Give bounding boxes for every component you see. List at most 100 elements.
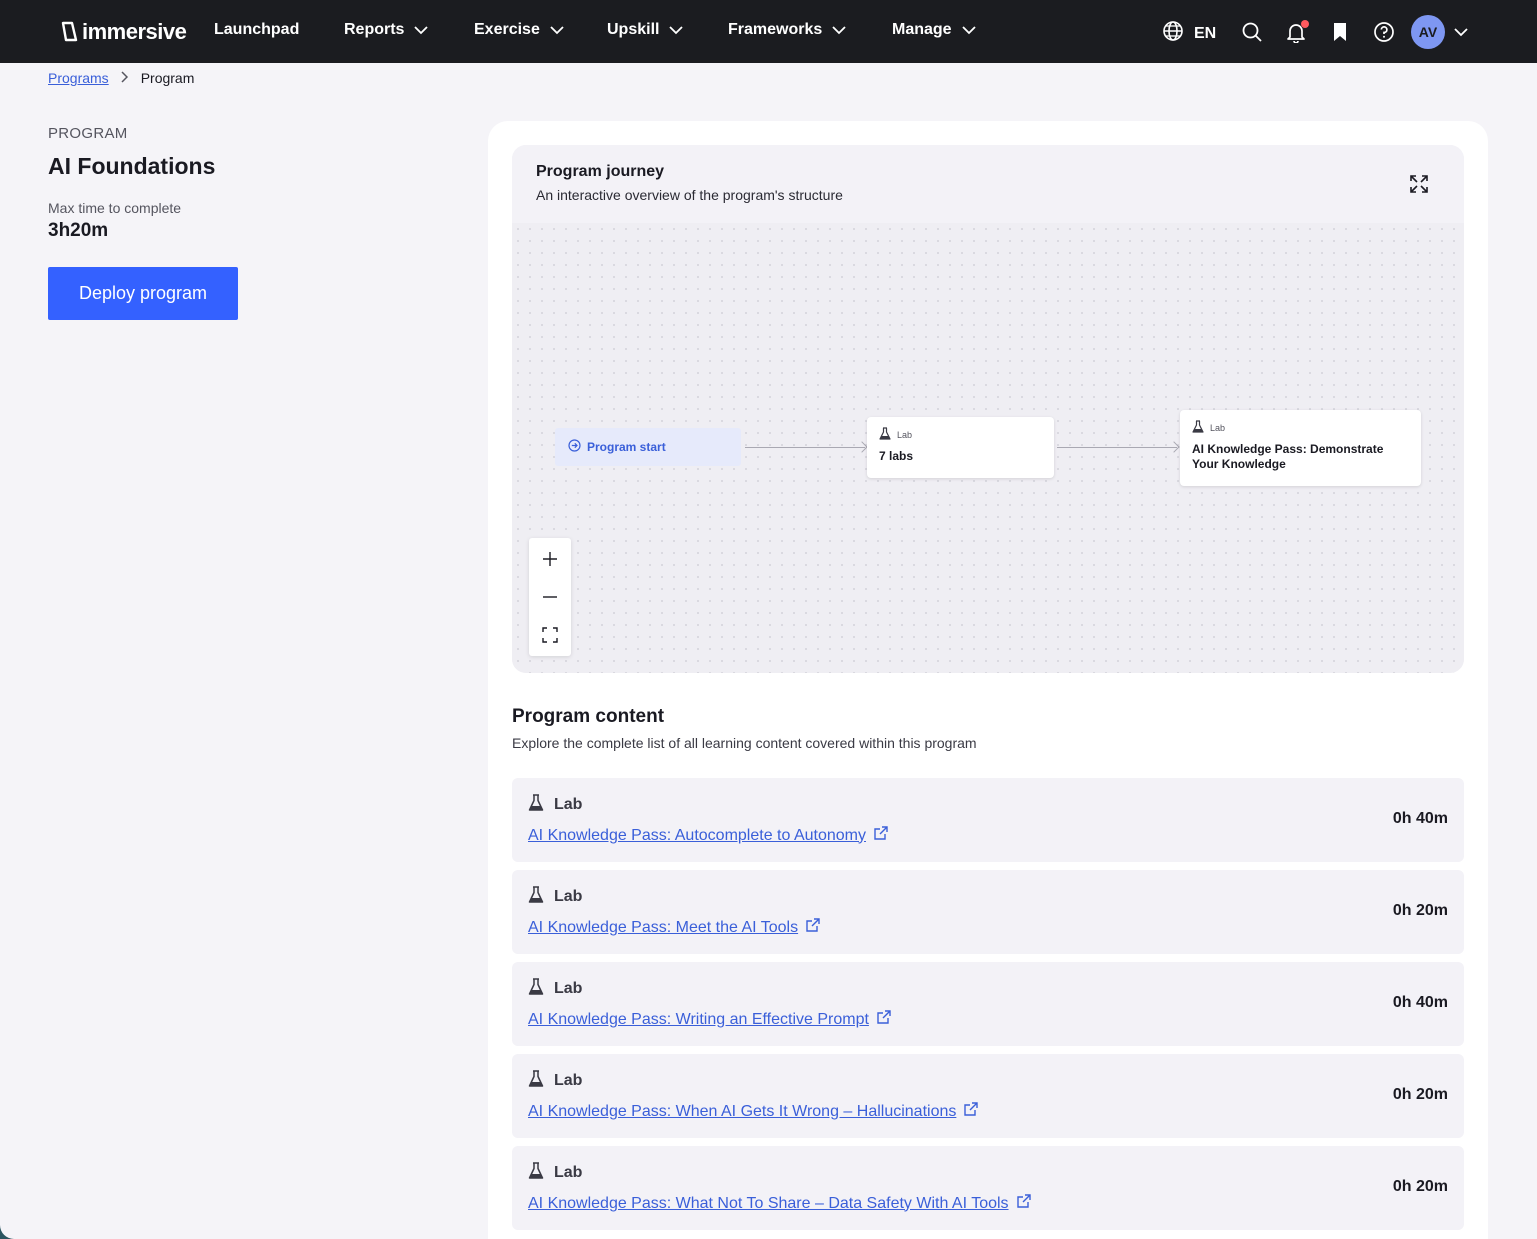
chevron-down-icon xyxy=(961,25,976,35)
journey-edge xyxy=(1057,447,1177,448)
nav-frameworks[interactable]: Frameworks xyxy=(728,21,846,39)
notification-badge xyxy=(1301,20,1309,28)
row-type-label: Lab xyxy=(554,1072,583,1089)
chevron-down-icon[interactable] xyxy=(1445,16,1477,48)
content-row: Lab AI Knowledge Pass: Autocomplete to A… xyxy=(512,778,1464,862)
max-time-label: Max time to complete xyxy=(48,200,182,216)
node-type-row: Lab xyxy=(1192,420,1409,435)
node-program-start[interactable]: Program start xyxy=(555,428,741,466)
node-type-label: Lab xyxy=(1210,422,1226,433)
nav-label: Upskill xyxy=(607,21,660,38)
flask-icon xyxy=(528,794,544,816)
node-title: 7 labs xyxy=(879,449,914,463)
content-link-label: AI Knowledge Pass: Meet the AI Tools xyxy=(528,918,799,936)
content-link[interactable]: AI Knowledge Pass: What Not To Share – D… xyxy=(528,1193,1032,1214)
journey-subtitle: An interactive overview of the program's… xyxy=(536,187,843,203)
zoom-controls xyxy=(529,538,571,656)
nav-label: Exercise xyxy=(474,21,540,38)
external-link-icon xyxy=(876,1009,892,1030)
fit-view-icon[interactable] xyxy=(529,616,571,654)
avatar-initials: AV xyxy=(1418,24,1438,40)
flask-icon xyxy=(528,1070,544,1092)
globe-icon xyxy=(1162,20,1184,47)
deploy-program-button[interactable]: Deploy program xyxy=(48,267,238,320)
row-type-label: Lab xyxy=(554,888,583,905)
language-code: EN xyxy=(1194,24,1217,42)
nav-upskill[interactable]: Upskill xyxy=(607,21,684,39)
flask-icon xyxy=(1192,420,1204,435)
search-icon[interactable] xyxy=(1236,16,1268,48)
flask-icon xyxy=(528,1162,544,1184)
flask-icon xyxy=(528,886,544,908)
chevron-down-icon xyxy=(414,25,429,35)
row-type-label: Lab xyxy=(554,796,583,813)
row-duration: 0h 40m xyxy=(1392,810,1448,827)
nav-launchpad[interactable]: Launchpad xyxy=(214,21,299,39)
row-duration: 0h 20m xyxy=(1392,1086,1448,1103)
content-link-label: AI Knowledge Pass: Autocomplete to Auton… xyxy=(528,826,866,844)
max-time-value: 3h20m xyxy=(48,220,109,241)
content-link[interactable]: AI Knowledge Pass: When AI Gets It Wrong… xyxy=(528,1101,979,1122)
language-selector[interactable]: EN xyxy=(1162,20,1216,47)
row-duration: 0h 20m xyxy=(1392,902,1448,919)
external-link-icon xyxy=(805,917,821,938)
row-type: Lab xyxy=(528,886,582,908)
page-eyebrow: PROGRAM xyxy=(48,125,128,142)
row-type: Lab xyxy=(528,1162,582,1184)
top-navigation: immersive Launchpad Reports Exercise Ups… xyxy=(0,0,1537,63)
brand-logo[interactable]: immersive xyxy=(60,19,187,45)
external-link-icon xyxy=(1016,1193,1032,1214)
node-knowledge-pass[interactable]: Lab AI Knowledge Pass: Demonstrate Your … xyxy=(1180,410,1421,486)
nav-label: Reports xyxy=(344,21,405,38)
content-title: Program content xyxy=(512,706,665,727)
zoom-in-icon[interactable] xyxy=(529,540,571,578)
content-subtitle: Explore the complete list of all learnin… xyxy=(512,735,977,751)
row-type: Lab xyxy=(528,978,582,1000)
program-journey-panel: Program journey An interactive overview … xyxy=(512,145,1464,673)
node-title: AI Knowledge Pass: Demonstrate Your Know… xyxy=(1192,442,1384,471)
row-type-label: Lab xyxy=(554,1164,583,1181)
content-link[interactable]: AI Knowledge Pass: Meet the AI Tools xyxy=(528,917,821,938)
flask-icon xyxy=(528,978,544,1000)
content-row: Lab AI Knowledge Pass: Writing an Effect… xyxy=(512,962,1464,1046)
journey-title: Program journey xyxy=(536,163,665,180)
app-window: immersive Launchpad Reports Exercise Ups… xyxy=(0,0,1537,1239)
nav-manage[interactable]: Manage xyxy=(892,21,976,39)
nav-reports[interactable]: Reports xyxy=(344,21,429,39)
breadcrumb: Programs Program xyxy=(48,70,194,86)
row-duration: 0h 20m xyxy=(1392,1178,1448,1195)
content-link-label: AI Knowledge Pass: When AI Gets It Wrong… xyxy=(528,1102,957,1120)
row-duration: 0h 40m xyxy=(1392,994,1448,1011)
bookmark-icon[interactable] xyxy=(1324,16,1356,48)
row-type-label: Lab xyxy=(554,980,583,997)
node-type-row: Lab xyxy=(879,427,1042,442)
nav-label: Launchpad xyxy=(214,21,300,38)
content-link[interactable]: AI Knowledge Pass: Writing an Effective … xyxy=(528,1009,892,1030)
node-start-label: Program start xyxy=(587,440,666,454)
page-title: AI Foundations xyxy=(48,153,216,179)
avatar[interactable]: AV xyxy=(1411,15,1445,49)
content-link[interactable]: AI Knowledge Pass: Autocomplete to Auton… xyxy=(528,825,889,846)
chevron-down-icon xyxy=(832,25,846,35)
external-link-icon xyxy=(873,825,889,846)
chevron-down-icon xyxy=(669,25,684,35)
chevron-right-icon xyxy=(121,70,129,86)
help-icon[interactable] xyxy=(1368,16,1400,48)
chevron-down-icon xyxy=(550,25,564,35)
row-type: Lab xyxy=(528,1070,582,1092)
breadcrumb-programs-link[interactable]: Programs xyxy=(48,70,109,86)
node-labs-group[interactable]: Lab 7 labs xyxy=(867,417,1054,478)
journey-canvas[interactable]: Program start Lab 7 labs Lab AI Knowledg… xyxy=(512,223,1464,673)
breadcrumb-current: Program xyxy=(140,70,195,86)
content-link-label: AI Knowledge Pass: What Not To Share – D… xyxy=(528,1194,1009,1212)
content-row: Lab AI Knowledge Pass: Meet the AI Tools… xyxy=(512,870,1464,954)
node-type-label: Lab xyxy=(897,429,913,440)
content-row: Lab AI Knowledge Pass: What Not To Share… xyxy=(512,1146,1464,1230)
zoom-out-icon[interactable] xyxy=(529,578,571,616)
expand-icon[interactable] xyxy=(1408,173,1430,195)
flask-icon xyxy=(879,427,891,442)
nav-exercise[interactable]: Exercise xyxy=(474,21,564,39)
content-row: Lab AI Knowledge Pass: When AI Gets It W… xyxy=(512,1054,1464,1138)
external-link-icon xyxy=(963,1101,979,1122)
row-type: Lab xyxy=(528,794,582,816)
